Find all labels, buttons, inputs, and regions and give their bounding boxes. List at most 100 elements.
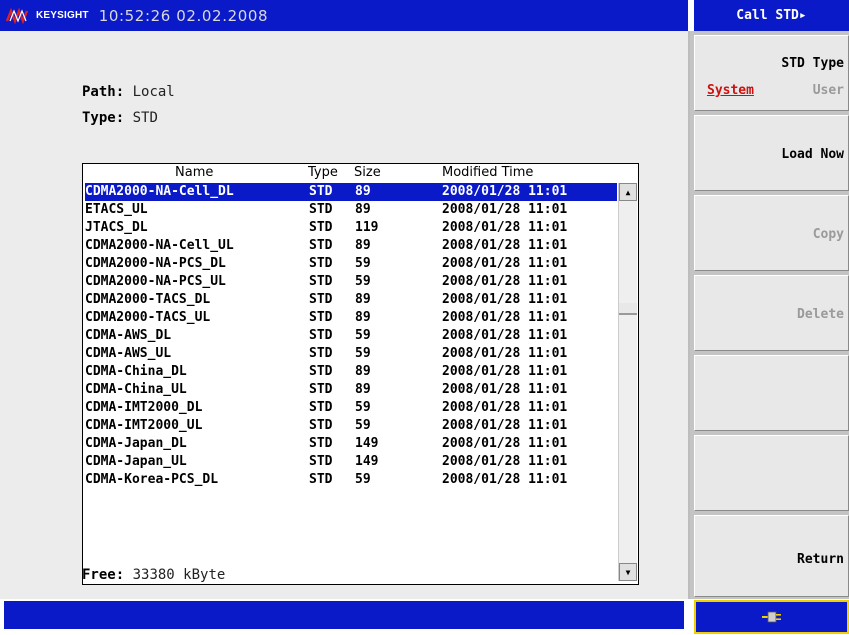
free-space-line: Free: 33380 kByte	[82, 567, 225, 583]
file-name: CDMA-IMT2000_UL	[85, 418, 203, 433]
arrow-down-icon[interactable]: ▼	[619, 563, 637, 581]
load-now-button[interactable]: Load Now	[694, 115, 849, 191]
file-name: CDMA-Japan_UL	[85, 454, 187, 469]
scrollbar[interactable]: ▲ ▼	[618, 183, 637, 581]
file-size: 59	[355, 472, 371, 487]
file-modified: 2008/01/28 11:01	[442, 292, 568, 307]
file-row[interactable]: CDMA2000-TACS_UL STD 89 2008/01/28 11:01	[85, 309, 617, 327]
softkey-panel: STD Type System User Load Now Copy Delet…	[690, 31, 849, 599]
file-name: CDMA-AWS_UL	[85, 346, 172, 361]
file-type: STD	[309, 274, 333, 289]
arrow-up-icon[interactable]: ▲	[619, 183, 637, 201]
plug-icon	[761, 611, 781, 623]
file-type: STD	[309, 310, 333, 325]
file-type: STD	[309, 400, 333, 415]
std-type-option-system[interactable]: System	[707, 83, 754, 98]
file-name: CDMA2000-TACS_UL	[85, 310, 211, 325]
title-bar: KEYSIGHT 10:52:26 02.02.2008	[0, 0, 688, 31]
file-name: CDMA-China_DL	[85, 364, 187, 379]
file-name: ETACS_UL	[85, 202, 148, 217]
file-size: 89	[355, 184, 371, 199]
copy-label: Copy	[812, 227, 844, 242]
file-row[interactable]: CDMA2000-NA-PCS_DL STD 59 2008/01/28 11:01	[85, 255, 617, 273]
blank-softkey-6[interactable]	[694, 435, 849, 511]
file-modified: 2008/01/28 11:01	[442, 220, 568, 235]
file-row[interactable]: CDMA-Japan_DL STD 149 2008/01/28 11:01	[85, 435, 617, 453]
file-type: STD	[309, 256, 333, 271]
free-label: Free:	[82, 567, 125, 583]
file-type: STD	[309, 418, 333, 433]
path-label: Path:	[82, 84, 125, 100]
type-label: Type:	[82, 110, 125, 126]
std-type-title: STD Type	[781, 56, 844, 71]
file-list[interactable]: Name Type Size Modified Time CDMA2000-NA…	[82, 163, 639, 585]
file-name: JTACS_DL	[85, 220, 148, 235]
file-row[interactable]: CDMA-AWS_DL STD 59 2008/01/28 11:01	[85, 327, 617, 345]
file-name: CDMA-Korea-PCS_DL	[85, 472, 219, 487]
power-status	[694, 600, 849, 634]
file-modified: 2008/01/28 11:01	[442, 364, 568, 379]
file-name: CDMA-IMT2000_DL	[85, 400, 203, 415]
file-type: STD	[309, 436, 333, 451]
column-header-name: Name	[175, 165, 214, 180]
file-modified: 2008/01/28 11:01	[442, 454, 568, 469]
return-label: Return	[797, 552, 844, 567]
file-type: STD	[309, 364, 333, 379]
file-type: STD	[309, 202, 333, 217]
file-row[interactable]: CDMA2000-NA-Cell_UL STD 89 2008/01/28 11:01	[85, 237, 617, 255]
column-header-modified: Modified Time	[442, 165, 534, 180]
file-row[interactable]: CDMA-IMT2000_DL STD 59 2008/01/28 11:01	[85, 399, 617, 417]
main-panel: Path: Local Type: STD Name Type Size Mod…	[0, 31, 690, 599]
file-row[interactable]: CDMA2000-NA-Cell_DL STD 89 2008/01/28 11:01	[85, 183, 617, 201]
file-modified: 2008/01/28 11:01	[442, 238, 568, 253]
file-type: STD	[309, 292, 333, 307]
return-button[interactable]: Return	[694, 515, 849, 597]
file-size: 89	[355, 202, 371, 217]
std-type-softkey[interactable]: STD Type System User	[694, 35, 849, 111]
type-value: STD	[132, 110, 158, 126]
file-modified: 2008/01/28 11:01	[442, 346, 568, 361]
file-row[interactable]: CDMA2000-NA-PCS_UL STD 59 2008/01/28 11:01	[85, 273, 617, 291]
file-size: 149	[355, 454, 379, 469]
file-name: CDMA-China_UL	[85, 382, 187, 397]
keysight-wave-icon	[6, 7, 29, 24]
file-type: STD	[309, 184, 333, 199]
std-type-option-user[interactable]: User	[813, 83, 844, 98]
file-type: STD	[309, 382, 333, 397]
datetime-display: 10:52:26 02.02.2008	[98, 6, 269, 25]
file-rows: CDMA2000-NA-Cell_DL STD 89 2008/01/28 11:01…	[85, 183, 617, 489]
file-modified: 2008/01/28 11:01	[442, 436, 568, 451]
file-row[interactable]: CDMA-China_DL STD 89 2008/01/28 11:01	[85, 363, 617, 381]
file-size: 89	[355, 382, 371, 397]
copy-button[interactable]: Copy	[694, 195, 849, 271]
file-modified: 2008/01/28 11:01	[442, 382, 568, 397]
file-modified: 2008/01/28 11:01	[442, 400, 568, 415]
file-modified: 2008/01/28 11:01	[442, 256, 568, 271]
file-type: STD	[309, 454, 333, 469]
file-size: 89	[355, 310, 371, 325]
file-name: CDMA2000-NA-PCS_DL	[85, 256, 226, 271]
file-row[interactable]: CDMA-AWS_UL STD 59 2008/01/28 11:01	[85, 345, 617, 363]
file-row[interactable]: CDMA2000-TACS_DL STD 89 2008/01/28 11:01	[85, 291, 617, 309]
file-size: 59	[355, 328, 371, 343]
scrollbar-thumb[interactable]	[619, 303, 637, 315]
file-modified: 2008/01/28 11:01	[442, 310, 568, 325]
file-row[interactable]: JTACS_DL STD 119 2008/01/28 11:01	[85, 219, 617, 237]
file-modified: 2008/01/28 11:01	[442, 184, 568, 199]
file-row[interactable]: CDMA-Japan_UL STD 149 2008/01/28 11:01	[85, 453, 617, 471]
file-row[interactable]: CDMA-Korea-PCS_DL STD 59 2008/01/28 11:01	[85, 471, 617, 489]
status-bar	[0, 599, 688, 635]
file-size: 89	[355, 238, 371, 253]
path-line: Path: Local	[82, 84, 175, 100]
file-type: STD	[309, 328, 333, 343]
file-modified: 2008/01/28 11:01	[442, 202, 568, 217]
file-row[interactable]: ETACS_UL STD 89 2008/01/28 11:01	[85, 201, 617, 219]
status-message-area	[4, 601, 684, 629]
file-type: STD	[309, 346, 333, 361]
file-row[interactable]: CDMA-China_UL STD 89 2008/01/28 11:01	[85, 381, 617, 399]
file-name: CDMA2000-NA-PCS_UL	[85, 274, 226, 289]
file-row[interactable]: CDMA-IMT2000_UL STD 59 2008/01/28 11:01	[85, 417, 617, 435]
delete-button[interactable]: Delete	[694, 275, 849, 351]
blank-softkey-5[interactable]	[694, 355, 849, 431]
column-header-size: Size	[354, 165, 381, 180]
